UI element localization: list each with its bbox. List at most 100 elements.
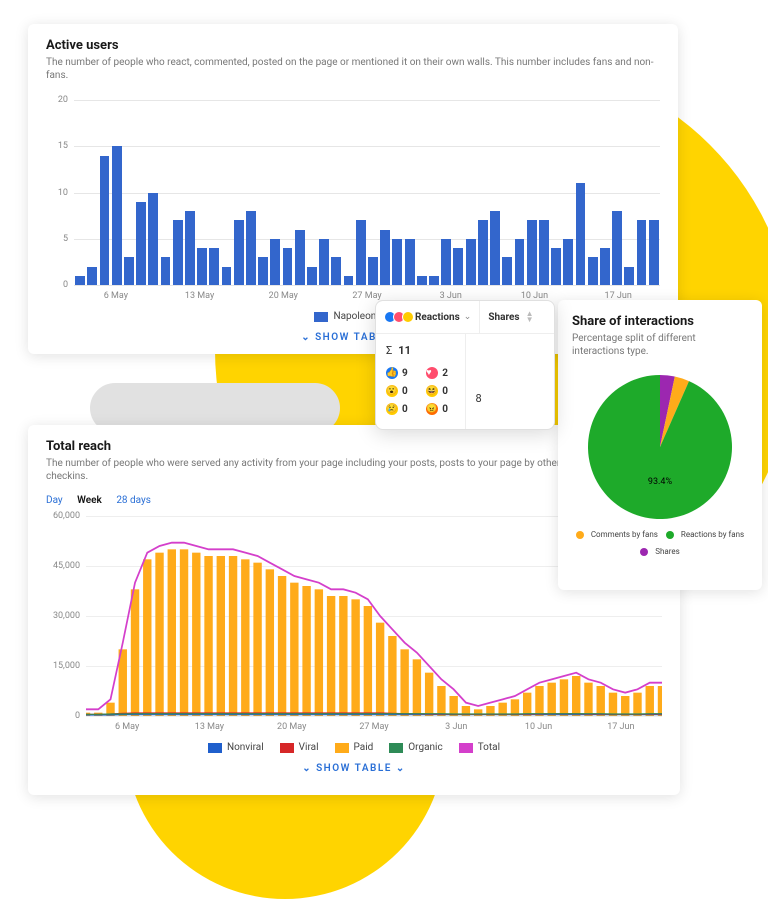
bar	[173, 220, 183, 285]
show-table-button-reach[interactable]: ⌄ SHOW TABLE ⌄	[46, 763, 662, 774]
bar	[612, 211, 622, 285]
reaction-icons-cluster	[384, 311, 411, 323]
pie-slice	[588, 375, 732, 519]
bar	[417, 276, 427, 285]
haha-count: 😆0	[426, 385, 454, 397]
bar	[185, 211, 195, 285]
wow-count: 😮0	[386, 385, 414, 397]
shares-column-header[interactable]: Shares ▲▼	[480, 301, 554, 333]
shares-cell: 8	[466, 334, 555, 429]
legend-paid: Paid	[335, 742, 374, 753]
reactions-column-header[interactable]: Reactions ⌄	[376, 301, 480, 333]
legend-nonviral: Nonviral	[208, 742, 264, 753]
bar	[405, 239, 415, 285]
bar	[161, 257, 171, 285]
bar	[600, 248, 610, 285]
shares-value: 8	[476, 344, 545, 405]
bar	[344, 276, 354, 285]
bar	[295, 230, 305, 286]
active-users-title: Active users	[46, 38, 660, 53]
bar	[136, 202, 146, 285]
legend-comments: Comments by fans	[576, 530, 658, 539]
bar	[576, 183, 586, 285]
pie-chart: 93.4%	[585, 372, 735, 522]
reactions-label: Reactions	[415, 312, 460, 323]
bar	[283, 248, 293, 285]
haha-icon: 😆	[426, 385, 438, 397]
bar	[429, 276, 439, 285]
tab-day[interactable]: Day	[46, 495, 63, 506]
sigma-icon: Σ	[386, 344, 392, 357]
bar	[307, 267, 317, 286]
bar	[563, 239, 573, 285]
bar	[392, 239, 402, 285]
sad-count: 😢0	[386, 403, 414, 415]
bar	[490, 211, 500, 285]
bar	[478, 220, 488, 285]
chevron-down-icon: ⌄	[302, 763, 312, 774]
chevron-down-icon: ⌄	[396, 763, 406, 774]
bar	[466, 239, 476, 285]
bar	[637, 220, 647, 285]
like-count: 👍9	[386, 367, 414, 379]
show-table-label: SHOW TABLE	[316, 763, 392, 774]
legend-viral: Viral	[280, 742, 319, 753]
active-users-subtitle: The number of people who react, commente…	[46, 56, 660, 82]
pie-main-pct: 93.4%	[648, 477, 672, 487]
active-users-chart: 05101520	[46, 100, 660, 285]
share-subtitle: Percentage split of different interactio…	[572, 332, 748, 358]
love-count: ♥2	[426, 367, 454, 379]
angry-icon: 😠	[426, 403, 438, 415]
bar	[356, 220, 366, 285]
sigma-value: 11	[398, 344, 411, 357]
bar	[270, 239, 280, 285]
reactions-header: Reactions ⌄ Shares ▲▼	[376, 301, 554, 334]
bar	[100, 156, 110, 286]
wow-icon: 😮	[386, 385, 398, 397]
love-icon: ♥	[426, 367, 438, 379]
bar	[539, 220, 549, 285]
reactions-cell: Σ 11 👍9 ♥2 😮0 😆0 😢0 😠0	[376, 334, 466, 429]
bar	[209, 248, 219, 285]
bar	[368, 257, 378, 285]
bar	[319, 239, 329, 285]
bar	[222, 267, 232, 286]
bar	[649, 220, 659, 285]
total-reach-legend: Nonviral Viral Paid Organic Total	[46, 742, 662, 753]
bar	[502, 257, 512, 285]
bar	[124, 257, 134, 285]
sad-icon: 😢	[386, 403, 398, 415]
reactions-popover: Reactions ⌄ Shares ▲▼ Σ 11 👍9 ♥2 😮0 😆0 😢…	[375, 300, 555, 430]
bar	[197, 248, 207, 285]
total-reach-xaxis: 6 May13 May20 May27 May3 Jun10 Jun17 Jun	[86, 722, 662, 732]
like-icon: 👍	[386, 367, 398, 379]
legend-reactions: Reactions by fans	[666, 530, 744, 539]
bar	[234, 220, 244, 285]
bar	[258, 257, 268, 285]
tab-28days[interactable]: 28 days	[116, 495, 151, 506]
bar	[453, 248, 463, 285]
bar	[551, 248, 561, 285]
bar	[515, 239, 525, 285]
legend-shares: Shares	[640, 547, 680, 556]
pie-legend: Comments by fans Reactions by fans Share…	[572, 530, 748, 556]
bar	[588, 257, 598, 285]
bar	[112, 146, 122, 285]
angry-count: 😠0	[426, 403, 454, 415]
bar	[246, 211, 256, 285]
bar	[441, 239, 451, 285]
legend-total: Total	[459, 742, 500, 753]
tab-week[interactable]: Week	[77, 495, 102, 506]
bar	[331, 257, 341, 285]
shares-label: Shares	[488, 312, 519, 323]
share-title: Share of interactions	[572, 314, 748, 329]
chevron-down-icon: ⌄	[301, 332, 311, 343]
legend-organic: Organic	[389, 742, 442, 753]
bar	[87, 267, 97, 286]
bar	[380, 230, 390, 286]
bar	[527, 220, 537, 285]
share-interactions-card: Share of interactions Percentage split o…	[558, 300, 762, 590]
chevron-down-icon: ⌄	[464, 312, 472, 322]
bar	[148, 193, 158, 286]
legend-swatch-icon	[314, 312, 328, 322]
